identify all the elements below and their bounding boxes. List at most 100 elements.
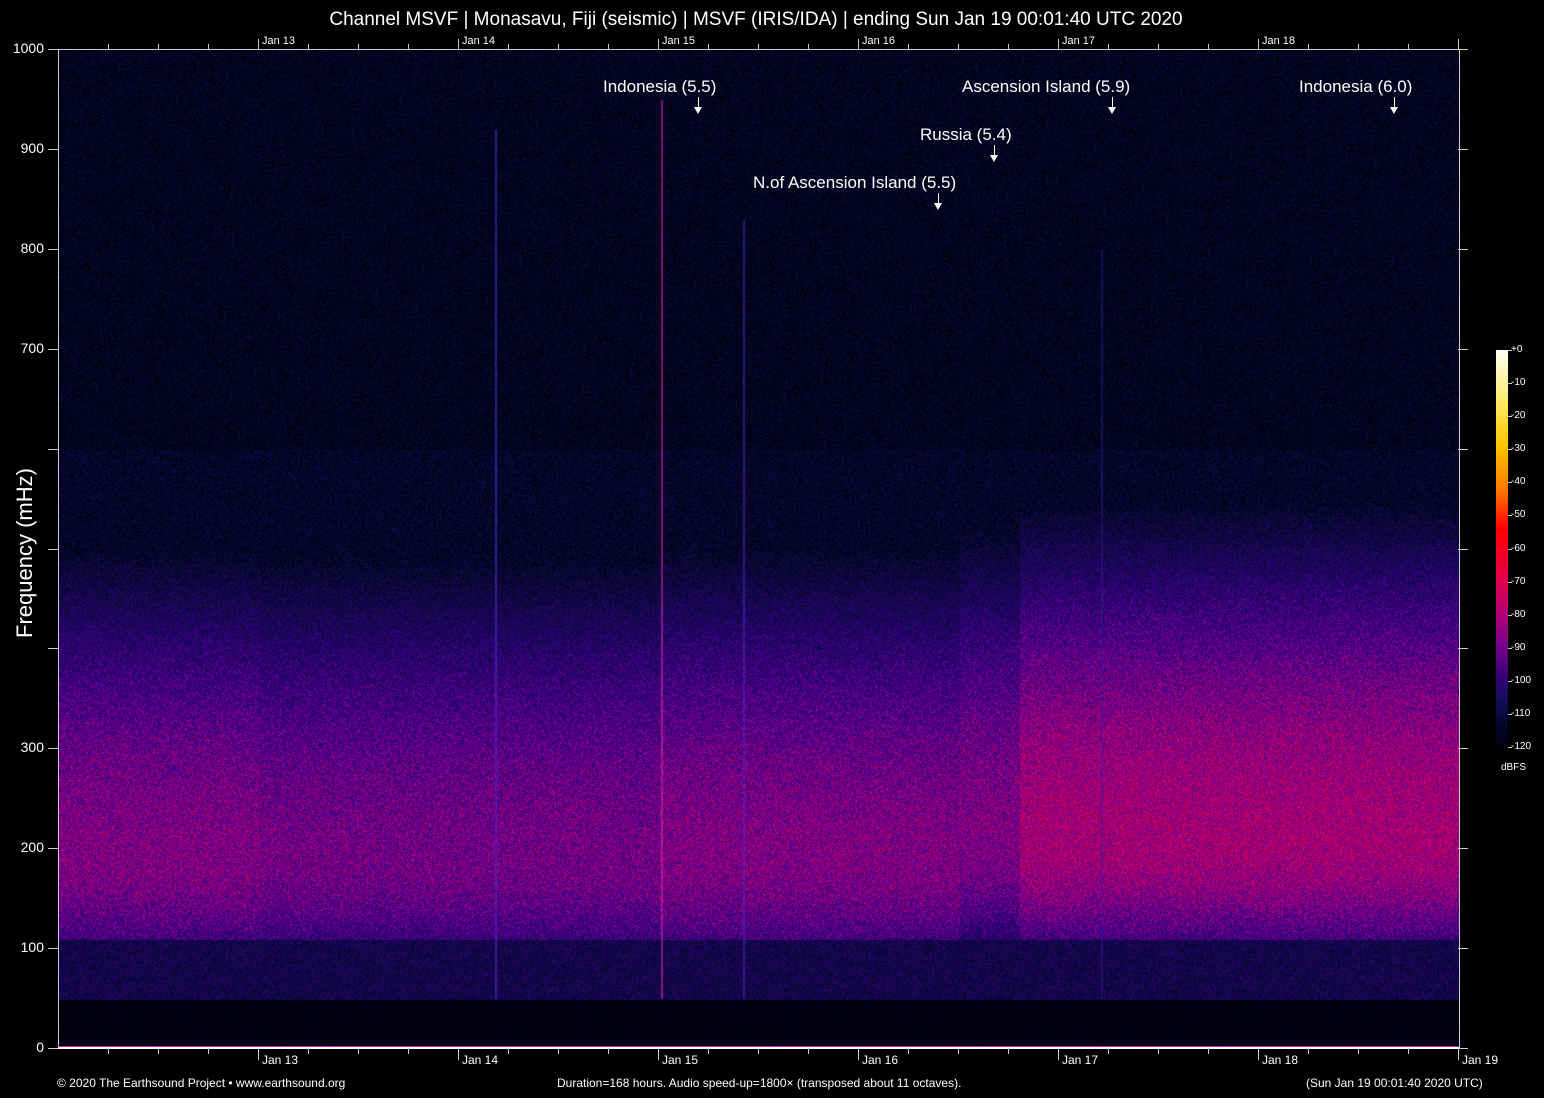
x-tick-label-top: Jan 18 — [1262, 35, 1295, 47]
event-annotation: Indonesia (5.5) — [603, 77, 716, 97]
x-tick-top — [1258, 39, 1259, 49]
x-tick-bottom — [908, 1048, 909, 1054]
x-tick-top — [708, 44, 709, 49]
colorbar-tick-label: -60 — [1511, 543, 1525, 554]
y-tick-left — [48, 1048, 58, 1049]
y-tick-right — [1458, 349, 1468, 350]
y-tick-right — [1458, 848, 1468, 849]
colorbar-label: dBFS — [1501, 762, 1526, 773]
spectrogram-plot — [58, 49, 1460, 1049]
x-tick-bottom — [658, 1048, 659, 1060]
event-annotation: Indonesia (6.0) — [1299, 77, 1412, 97]
x-tick-bottom — [758, 1048, 759, 1054]
x-tick-top — [608, 44, 609, 49]
x-tick-label: Jan 15 — [662, 1053, 698, 1067]
y-tick-right — [1458, 249, 1468, 250]
y-axis-label: Frequency (mHz) — [12, 468, 38, 638]
x-tick-top — [408, 44, 409, 49]
x-tick-top — [1308, 44, 1309, 49]
x-tick-top — [908, 44, 909, 49]
x-tick-top — [1358, 44, 1359, 49]
y-tick-label: 700 — [4, 340, 44, 356]
x-tick-top — [1058, 39, 1059, 49]
x-tick-top — [758, 44, 759, 49]
x-tick-bottom — [458, 1048, 459, 1060]
y-tick-label: 800 — [4, 240, 44, 256]
x-tick-label-top: Jan 15 — [662, 35, 695, 47]
x-tick-bottom — [958, 1048, 959, 1054]
footer-copyright: © 2020 The Earthsound Project • www.eart… — [57, 1076, 345, 1090]
x-tick-bottom — [1158, 1048, 1159, 1054]
x-tick-bottom — [508, 1048, 509, 1054]
y-tick-left — [48, 49, 58, 50]
y-tick-label: 200 — [4, 839, 44, 855]
y-tick-label: 1000 — [4, 40, 44, 56]
x-tick-top — [208, 44, 209, 49]
colorbar-tick-label: -120 — [1511, 741, 1531, 752]
y-tick-label: 300 — [4, 739, 44, 755]
x-tick-bottom — [208, 1048, 209, 1054]
y-tick-left — [48, 249, 58, 250]
colorbar — [1496, 350, 1508, 747]
colorbar-tick-label: -30 — [1511, 443, 1525, 454]
x-tick-label: Jan 16 — [862, 1053, 898, 1067]
event-arrow-icon — [698, 97, 699, 107]
x-tick-bottom — [158, 1048, 159, 1054]
colorbar-tick-label: -50 — [1511, 509, 1525, 520]
x-tick-bottom — [1258, 1048, 1259, 1060]
x-tick-bottom — [258, 1048, 259, 1060]
y-tick-right — [1458, 449, 1468, 450]
x-tick-label-top: Jan 14 — [462, 35, 495, 47]
footer-timestamp: (Sun Jan 19 00:01:40 2020 UTC) — [1306, 1076, 1483, 1090]
x-tick-top — [1158, 44, 1159, 49]
x-tick-top — [308, 44, 309, 49]
x-tick-bottom — [1358, 1048, 1359, 1054]
x-tick-label: Jan 17 — [1062, 1053, 1098, 1067]
x-tick-bottom — [108, 1048, 109, 1054]
y-tick-left — [48, 748, 58, 749]
x-tick-top — [558, 44, 559, 49]
event-annotation: Russia (5.4) — [920, 125, 1012, 145]
x-tick-top — [1458, 39, 1459, 49]
y-tick-label: 0 — [4, 1039, 44, 1055]
colorbar-tick-label: -70 — [1511, 576, 1525, 587]
x-tick-top — [658, 39, 659, 49]
y-tick-left — [48, 349, 58, 350]
event-annotation: Ascension Island (5.9) — [962, 77, 1130, 97]
x-tick-top — [358, 44, 359, 49]
x-tick-label: Jan 13 — [262, 1053, 298, 1067]
y-tick-right — [1458, 49, 1468, 50]
x-tick-bottom — [408, 1048, 409, 1054]
x-tick-bottom — [1208, 1048, 1209, 1054]
colorbar-tick-label: -80 — [1511, 609, 1525, 620]
y-tick-right — [1458, 549, 1468, 550]
x-tick-bottom — [1458, 1048, 1459, 1060]
y-tick-right — [1458, 948, 1468, 949]
y-tick-left — [48, 149, 58, 150]
x-tick-label: Jan 18 — [1262, 1053, 1298, 1067]
x-tick-bottom — [1008, 1048, 1009, 1054]
event-arrow-icon — [1112, 97, 1113, 107]
y-tick-right — [1458, 149, 1468, 150]
x-tick-bottom — [558, 1048, 559, 1054]
chart-title: Channel MSVF | Monasavu, Fiji (seismic) … — [0, 9, 1512, 31]
x-tick-label-top: Jan 17 — [1062, 35, 1095, 47]
y-tick-right — [1458, 648, 1468, 649]
x-tick-top — [1208, 44, 1209, 49]
event-arrow-icon — [938, 193, 939, 203]
x-tick-bottom — [1408, 1048, 1409, 1054]
x-tick-bottom — [358, 1048, 359, 1054]
x-axis-line — [58, 1047, 1460, 1049]
x-tick-label: Jan 14 — [462, 1053, 498, 1067]
x-tick-bottom — [858, 1048, 859, 1060]
colorbar-tick-label: -110 — [1511, 708, 1530, 719]
x-tick-top — [1408, 44, 1409, 49]
footer-duration: Duration=168 hours. Audio speed-up=1800×… — [557, 1076, 961, 1090]
x-tick-bottom — [808, 1048, 809, 1054]
x-tick-bottom — [308, 1048, 309, 1054]
x-tick-top — [1108, 44, 1109, 49]
colorbar-tick-label: -100 — [1511, 675, 1531, 686]
event-arrow-icon — [994, 145, 995, 155]
colorbar-tick-label: +0 — [1511, 344, 1522, 355]
event-arrow-icon — [1394, 97, 1395, 107]
